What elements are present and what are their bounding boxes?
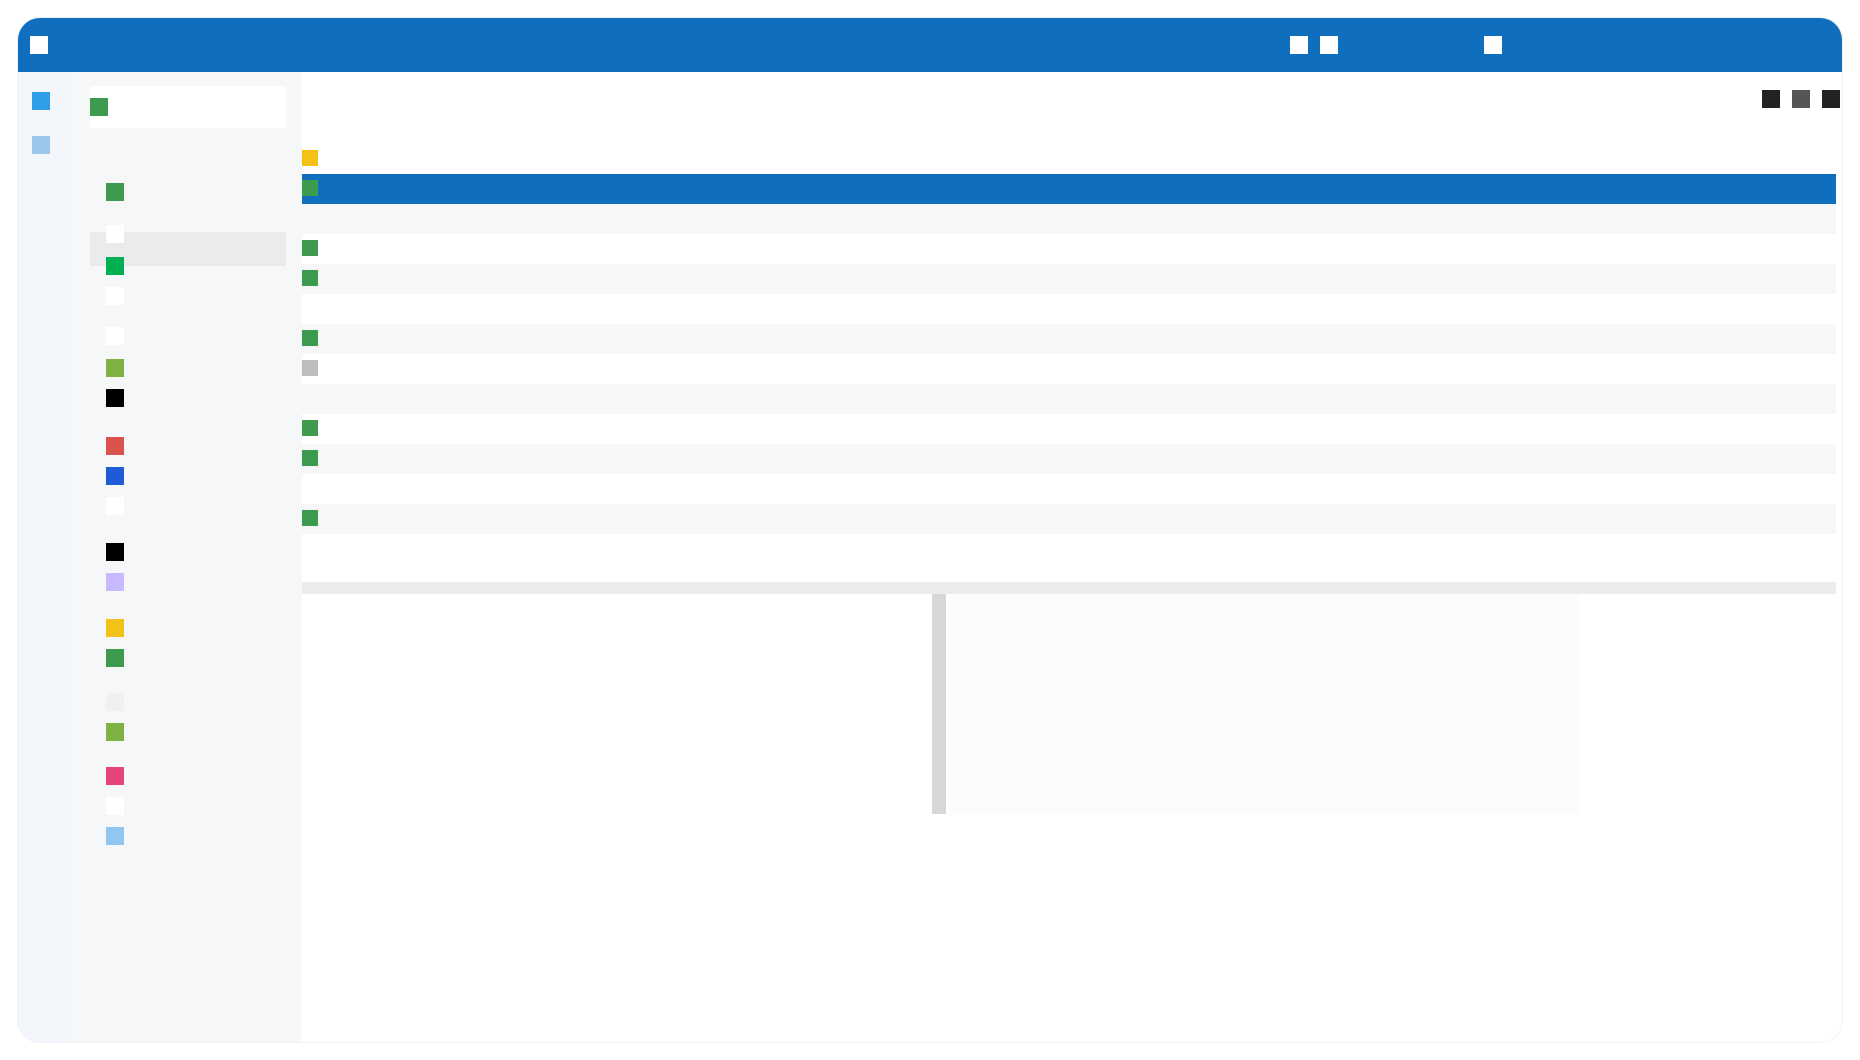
green-status-icon (302, 270, 318, 286)
sidebar (72, 72, 302, 1042)
main-panel (302, 72, 1842, 1042)
sidebar-item-17[interactable] (106, 766, 152, 786)
black-square-icon (106, 389, 124, 407)
sidebar-item-11[interactable] (106, 542, 152, 562)
green-status-icon (302, 240, 318, 256)
blank-icon (106, 327, 124, 345)
sidebar-item-15[interactable] (106, 692, 152, 712)
purple-square-icon (106, 573, 124, 591)
blue-app-icon[interactable] (32, 92, 50, 110)
sidebar-item-6[interactable] (106, 358, 152, 378)
sidebar-item-13[interactable] (106, 618, 152, 638)
table-row[interactable] (302, 504, 1836, 534)
blank-icon (106, 693, 124, 711)
horizontal-scrollbar[interactable] (302, 582, 1836, 594)
table-row[interactable] (302, 354, 1836, 384)
yellow-square-icon (106, 619, 124, 637)
app-window (18, 18, 1842, 1042)
lime-square-icon (106, 723, 124, 741)
green-status-icon (302, 510, 318, 526)
sidebar-item-18[interactable] (106, 796, 152, 816)
window-icon (30, 36, 48, 54)
table-row[interactable] (302, 444, 1836, 474)
title-bar (18, 18, 1842, 72)
sidebar-item-10[interactable] (106, 496, 152, 516)
table-row-selected[interactable] (302, 174, 1836, 204)
table-row[interactable] (302, 264, 1836, 294)
green-square-icon (106, 257, 124, 275)
table-row[interactable] (302, 294, 1836, 324)
sidebar-item-7[interactable] (106, 388, 152, 408)
sidebar-item-8[interactable] (106, 436, 152, 456)
filter-icon[interactable] (1792, 90, 1810, 108)
table-row[interactable] (302, 144, 1836, 174)
sidebar-item-12[interactable] (106, 572, 152, 592)
blank-icon (106, 287, 124, 305)
green-status-icon (302, 420, 318, 436)
table-row[interactable] (302, 324, 1836, 354)
blank-icon (106, 497, 124, 515)
green-square-icon (106, 649, 124, 667)
yellow-status-icon (302, 150, 318, 166)
green-status-icon (302, 330, 318, 346)
sidebar-item-2[interactable] (106, 224, 152, 244)
pale-app-icon[interactable] (32, 136, 50, 154)
table-row[interactable] (302, 234, 1836, 264)
more-icon[interactable] (1822, 90, 1840, 108)
black-square-icon (106, 543, 124, 561)
green-square-icon (106, 183, 124, 201)
sidebar-item-3[interactable] (106, 256, 152, 276)
details-right-panel (950, 594, 1580, 814)
table-row[interactable] (302, 204, 1836, 234)
green-status-icon (302, 180, 318, 196)
maximize-icon[interactable] (1320, 36, 1338, 54)
minimize-icon[interactable] (1290, 36, 1308, 54)
table-row[interactable] (302, 414, 1836, 444)
lime-square-icon (106, 359, 124, 377)
sidebar-item-1[interactable] (106, 182, 152, 202)
gray-status-icon (302, 360, 318, 376)
refresh-icon[interactable] (1762, 90, 1780, 108)
sidebar-item-5[interactable] (106, 326, 152, 346)
sidebar-item-4[interactable] (106, 286, 152, 306)
close-icon[interactable] (1484, 36, 1502, 54)
app-rail (18, 72, 72, 1042)
blue-square-icon (106, 467, 124, 485)
sidebar-item-19[interactable] (106, 826, 152, 846)
sidebar-item-16[interactable] (106, 722, 152, 742)
sidebar-header (90, 86, 286, 128)
sidebar-item-14[interactable] (106, 648, 152, 668)
red-square-icon (106, 437, 124, 455)
panel-splitter[interactable] (932, 594, 946, 814)
table-row[interactable] (302, 474, 1836, 504)
sidebar-item-9[interactable] (106, 466, 152, 486)
details-left-panel (302, 594, 932, 814)
green-status-icon (302, 450, 318, 466)
blank-icon (106, 225, 124, 243)
lightblue-square-icon (106, 827, 124, 845)
table-row[interactable] (302, 384, 1836, 414)
green-square-icon (90, 98, 108, 116)
blank-icon (106, 797, 124, 815)
pink-square-icon (106, 767, 124, 785)
data-table (302, 144, 1836, 534)
